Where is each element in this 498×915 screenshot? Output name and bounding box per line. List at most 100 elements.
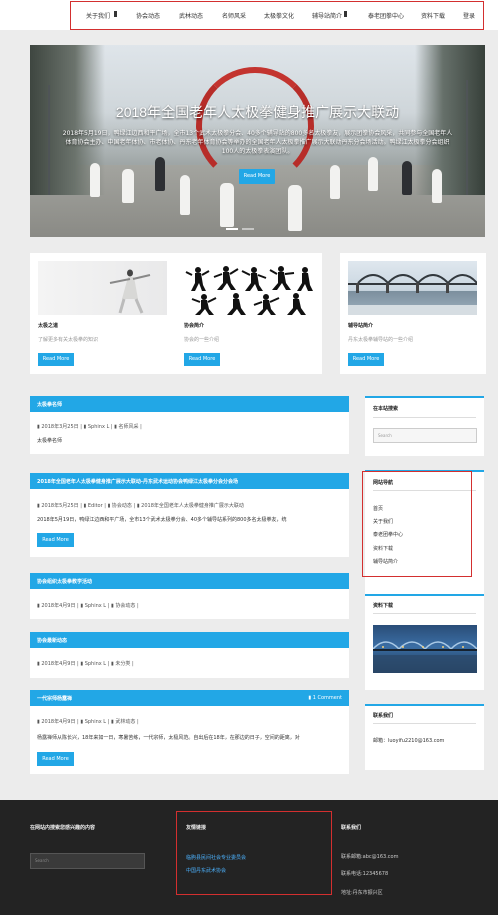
user-icon: ▮ (80, 661, 84, 667)
folder-icon: ▮ (110, 661, 114, 667)
taiji-woman-image (109, 269, 151, 314)
card-read-more-button[interactable]: Read More (38, 353, 74, 366)
post-title-bar (30, 396, 349, 412)
feature-card: 协会简介 协会的一些介绍 Read More (176, 253, 322, 374)
footer: 在网站内搜索您感兴趣的内容 Search 友情链接 临朐县民间社会专业委员会 中… (0, 800, 498, 915)
chevron-down-icon[interactable] (114, 11, 117, 17)
footer-links-highlight-box (176, 811, 332, 895)
slider-dot[interactable] (226, 228, 238, 230)
hero-slider[interactable]: 2018年全国老年人太极拳健身推广展示大联动 2018年5月19日，鸭绿江边西和… (30, 45, 485, 237)
nav-item-association-news[interactable]: 协会动态 (136, 11, 160, 20)
card-title[interactable]: 太极之道 (38, 322, 58, 329)
card-image[interactable] (348, 261, 477, 315)
post-meta: ▮ 2018年4月9日 | ▮ Sphinx L | ▮ 协会动态 | (37, 603, 139, 609)
download-widget: 资料下载 (365, 594, 484, 690)
contact-email[interactable]: 邮箱：luoyifu2210@163.com (373, 737, 444, 744)
post: 协会组织太极拳教学活动 ▮ 2018年4月9日 | ▮ Sphinx L | ▮… (30, 573, 349, 619)
post-tag[interactable]: 2018年全国老年人太极拳健身推广展示大联动 (141, 503, 244, 509)
post-category[interactable]: 武林动态 (115, 719, 135, 725)
post-read-more-button[interactable]: Read More (37, 533, 74, 547)
post-title[interactable]: 一代宗师杨露禅 (37, 695, 72, 702)
nav-item-center[interactable]: 泰老团拳中心 (368, 11, 404, 20)
post-category[interactable]: 协会动态 (115, 603, 135, 609)
post-date: 2018年4月9日 (41, 603, 76, 609)
post-read-more-button[interactable]: Read More (37, 752, 74, 766)
card-image[interactable] (184, 261, 313, 315)
sidebar-search-input[interactable]: Search (373, 428, 477, 443)
post-excerpt: 太极拳名师 (37, 438, 63, 444)
card-read-more-button[interactable]: Read More (348, 353, 384, 366)
tag-icon: ▮ (136, 503, 140, 509)
post-date: 2018年4月9日 (41, 719, 76, 725)
user-icon: ▮ (80, 719, 84, 725)
card-description: 丹东太极拳辅导站的一些介绍 (348, 337, 414, 343)
card-image[interactable] (38, 261, 167, 315)
feature-card: 太极之道 了解更多有关太极拳的知识 Read More (30, 253, 176, 374)
post-date: 2018年4月9日 (41, 661, 76, 667)
taiji-silhouettes-image (185, 266, 313, 315)
folder-icon: ▮ (110, 603, 114, 609)
post-excerpt: 杨露禅师从陈长兴，18年来如一日，寒暑苦练，一代宗师，太极风范。自出后在18年，… (37, 735, 300, 741)
post-date: 2018年5月25日 (41, 503, 79, 509)
post-category[interactable]: 协会动态 (112, 503, 132, 509)
calendar-icon: ▮ (37, 661, 40, 667)
contact-widget: 联系我们 邮箱：luoyifu2210@163.com (365, 704, 484, 770)
post-title[interactable]: 协会组织太极拳教学活动 (37, 578, 92, 585)
post-excerpt: 2018年5月19日，鸭绿江边西和平广场，全市13个武术太极拳分会、40多个辅导… (37, 517, 287, 523)
slider-dot[interactable] (242, 228, 254, 230)
nav-item-masters[interactable]: 名师风采 (222, 11, 246, 20)
post-title[interactable]: 协会最新动态 (37, 637, 67, 644)
user-icon: ▮ (83, 424, 87, 430)
hero-description: 2018年5月19日，鸭绿江边西和平广场，全市13个武术太极拳分会、40多个辅导… (62, 130, 453, 155)
calendar-icon: ▮ (37, 424, 40, 430)
nav-item-downloads[interactable]: 资料下载 (421, 11, 445, 20)
post-author[interactable]: Sphinx L (85, 719, 106, 725)
nav-item-taiji-culture[interactable]: 太极拳文化 (264, 11, 294, 20)
post-meta: ▮ 2018年5月25日 | ▮ Editor | ▮ 协会动态 | ▮ 201… (37, 503, 244, 509)
nav-item-stations[interactable]: 辅导站简介 (312, 11, 342, 20)
calendar-icon: ▮ (37, 503, 40, 509)
post-author[interactable]: Sphinx L (85, 661, 106, 667)
slider-dots[interactable] (226, 228, 254, 231)
post-title[interactable]: 2018年全国老年人太极拳健身推广展示大联动-丹东武术运动协会鸭绿江太极拳分会分… (37, 478, 238, 485)
footer-search-title: 在网站内搜索您感兴趣的内容 (30, 825, 96, 831)
card-title[interactable]: 协会简介 (184, 322, 204, 329)
user-icon: ▮ (80, 603, 84, 609)
footer-contact-title: 联系我们 (341, 825, 362, 831)
feature-card: 辅导站简介 丹东太极拳辅导站的一些介绍 Read More (340, 253, 486, 374)
post-author[interactable]: Editor (88, 503, 103, 509)
nav-item-martial-news[interactable]: 武林动态 (179, 11, 203, 20)
user-icon: ▮ (83, 503, 87, 509)
footer-search-input[interactable]: Search (30, 853, 145, 869)
card-title[interactable]: 辅导站简介 (348, 322, 373, 329)
card-read-more-button[interactable]: Read More (184, 353, 220, 366)
chevron-down-icon[interactable] (344, 11, 347, 17)
post: 一代宗师杨露禅 ▮ 1 Comment ▮ 2018年4月9日 | ▮ Sphi… (30, 690, 349, 774)
folder-icon: ▮ (107, 503, 111, 509)
folder-icon: ▮ (114, 424, 117, 430)
post-author[interactable]: Sphinx L (85, 603, 106, 609)
post-comments-link[interactable]: ▮ 1 Comment (308, 695, 342, 701)
nav-item-about[interactable]: 关于我们 (86, 11, 110, 20)
footer-contact-address: 地址:丹东市振兴区 (341, 890, 383, 896)
hero-photo-arch (196, 67, 314, 185)
post-title-bar (30, 690, 349, 706)
post: 太极拳名师 ▮ 2018年3月25日 | ▮ Sphinx L | ▮ 名师风采… (30, 396, 349, 454)
post-date: 2018年3月25日 (41, 424, 79, 430)
post-meta: ▮ 2018年4月9日 | ▮ Sphinx L | ▮ 未分类 | (37, 661, 134, 667)
download-image[interactable] (372, 625, 478, 673)
card-description: 协会的一些介绍 (184, 337, 220, 343)
hero-read-more-button[interactable]: Read More (239, 169, 275, 184)
post-meta: ▮ 2018年3月25日 | ▮ Sphinx L | ▮ 名师风采 | (37, 424, 142, 430)
card-description: 了解更多有关太极拳的知识 (38, 337, 99, 343)
post-title[interactable]: 太极拳名师 (37, 401, 62, 408)
post-category[interactable]: 名师风采 (119, 424, 139, 430)
footer-contact-phone: 联系电话:12345678 (341, 871, 389, 877)
post-category[interactable]: 未分类 (115, 661, 130, 667)
calendar-icon: ▮ (37, 603, 40, 609)
top-nav: 关于我们 协会动态 武林动态 名师风采 太极拳文化 辅导站简介 泰老团拳中心 资… (0, 0, 498, 30)
post-author[interactable]: Sphinx L (88, 424, 109, 430)
nav-item-login[interactable]: 登录 (463, 11, 475, 20)
post-meta: ▮ 2018年4月9日 | ▮ Sphinx L | ▮ 武林动态 | (37, 719, 139, 725)
widget-title: 资料下载 (373, 603, 394, 609)
